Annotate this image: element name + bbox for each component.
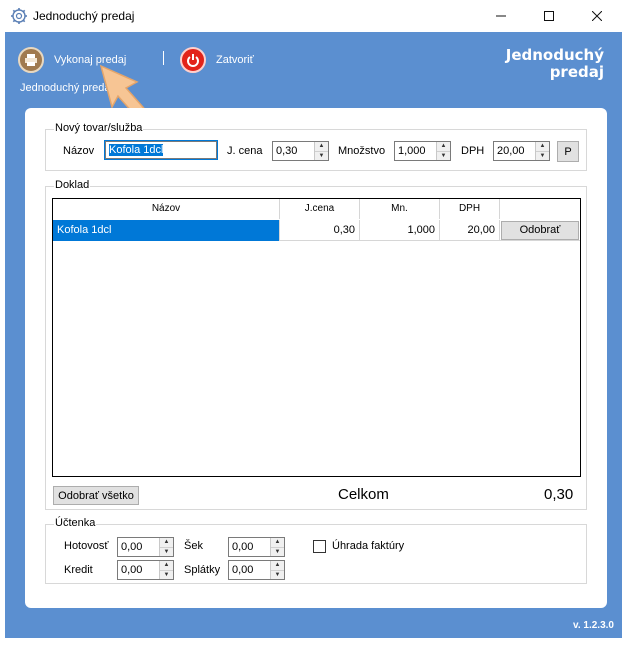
toolbar-separator (163, 51, 164, 65)
new-item-group-label: Nový tovar/služba (54, 122, 144, 134)
spin-up-icon[interactable]: ▲ (160, 538, 173, 548)
cash-label: Hotovosť (64, 540, 109, 552)
add-item-button[interactable]: P (557, 141, 579, 162)
credit-stepper-value: 0,00 (121, 564, 143, 576)
col-price-header[interactable]: J.cena (280, 199, 360, 219)
remove-all-button[interactable]: Odobrať všetko (53, 486, 139, 505)
row-vat-cell[interactable]: 20,00 (440, 220, 500, 241)
row-name-cell[interactable]: Kofola 1dcl (53, 220, 280, 241)
invoice-checkbox[interactable] (313, 540, 326, 553)
credit-label: Kredit (64, 564, 93, 576)
maximize-icon (544, 11, 554, 21)
header-title-line1: Jednoduchý (505, 46, 604, 64)
spin-up-icon[interactable]: ▲ (536, 142, 549, 152)
installments-stepper[interactable]: 0,00 ▲ ▼ (228, 560, 285, 580)
check-label: Šek (184, 540, 203, 552)
installments-stepper-value: 0,00 (232, 564, 254, 576)
spin-up-icon[interactable]: ▲ (271, 538, 284, 548)
total-value: 0,30 (544, 486, 574, 503)
minimize-icon (496, 15, 506, 17)
spin-up-icon[interactable]: ▲ (437, 142, 450, 152)
qty-stepper[interactable]: 1,000 ▲ ▼ (394, 141, 451, 161)
name-label: Názov (63, 145, 95, 157)
close-app-label: Zatvoriť (216, 54, 254, 66)
payment-group-label: Účtenka (54, 517, 97, 529)
minimize-button[interactable] (478, 0, 524, 32)
col-action-header (500, 199, 580, 219)
power-icon (180, 47, 206, 73)
installments-label: Splátky (184, 564, 221, 576)
table-row[interactable]: Kofola 1dcl 0,30 1,000 20,00 Odobrať (53, 220, 580, 241)
spin-down-icon[interactable]: ▼ (536, 151, 549, 160)
price-stepper-value: 0,30 (276, 145, 298, 157)
price-stepper[interactable]: 0,30 ▲ ▼ (272, 141, 329, 161)
spin-down-icon[interactable]: ▼ (160, 570, 173, 579)
name-input[interactable]: Kofola 1dcl (104, 140, 218, 160)
spin-up-icon[interactable]: ▲ (160, 561, 173, 571)
header-title: Jednoduchý predaj (506, 47, 604, 81)
qty-stepper-value: 1,000 (398, 145, 426, 157)
receipt-group-label: Doklad (54, 179, 91, 191)
vat-stepper[interactable]: 20,00 ▲ ▼ (493, 141, 550, 161)
name-input-value: Kofola 1dcl (109, 144, 164, 156)
close-window-button[interactable] (574, 0, 620, 32)
credit-stepper[interactable]: 0,00 ▲ ▼ (117, 560, 174, 580)
row-qty-cell[interactable]: 1,000 (360, 220, 440, 241)
price-label: J. cena (227, 145, 263, 157)
version-label: v. 1.2.3.0 (573, 620, 614, 631)
window-title: Jednoduchý predaj (33, 9, 135, 23)
maximize-button[interactable] (526, 0, 572, 32)
invoice-label[interactable]: Úhrada faktúry (332, 540, 404, 552)
vat-label: DPH (461, 145, 485, 157)
row-price-cell[interactable]: 0,30 (280, 220, 360, 241)
grid-header: Názov J.cena Mn. DPH (53, 199, 580, 219)
app-gear-icon (11, 8, 27, 24)
spin-down-icon[interactable]: ▼ (315, 151, 328, 160)
spin-down-icon[interactable]: ▼ (160, 547, 173, 556)
vat-stepper-value: 20,00 (497, 145, 525, 157)
col-vat-header[interactable]: DPH (440, 199, 500, 219)
col-qty-header[interactable]: Mn. (360, 199, 440, 219)
check-stepper[interactable]: 0,00 ▲ ▼ (228, 537, 285, 557)
col-name-header[interactable]: Názov (53, 199, 280, 219)
total-label: Celkom (338, 486, 389, 503)
row-action-cell: Odobrať (500, 220, 580, 241)
qty-label: Množstvo (338, 145, 386, 157)
close-app-button[interactable]: Zatvoriť (180, 47, 254, 73)
spin-down-icon[interactable]: ▼ (437, 151, 450, 160)
remove-row-button[interactable]: Odobrať (501, 221, 579, 240)
close-icon (592, 11, 602, 21)
check-stepper-value: 0,00 (232, 541, 254, 553)
receipt-grid[interactable]: Názov J.cena Mn. DPH Kofola 1dcl 0,30 1,… (52, 198, 581, 477)
printer-icon (18, 47, 44, 73)
spin-up-icon[interactable]: ▲ (271, 561, 284, 571)
header-title-line2: predaj (549, 63, 604, 81)
cash-stepper[interactable]: 0,00 ▲ ▼ (117, 537, 174, 557)
spin-down-icon[interactable]: ▼ (271, 570, 284, 579)
spin-down-icon[interactable]: ▼ (271, 547, 284, 556)
spin-up-icon[interactable]: ▲ (315, 142, 328, 152)
cash-stepper-value: 0,00 (121, 541, 143, 553)
title-bar: Jednoduchý predaj (0, 0, 628, 32)
